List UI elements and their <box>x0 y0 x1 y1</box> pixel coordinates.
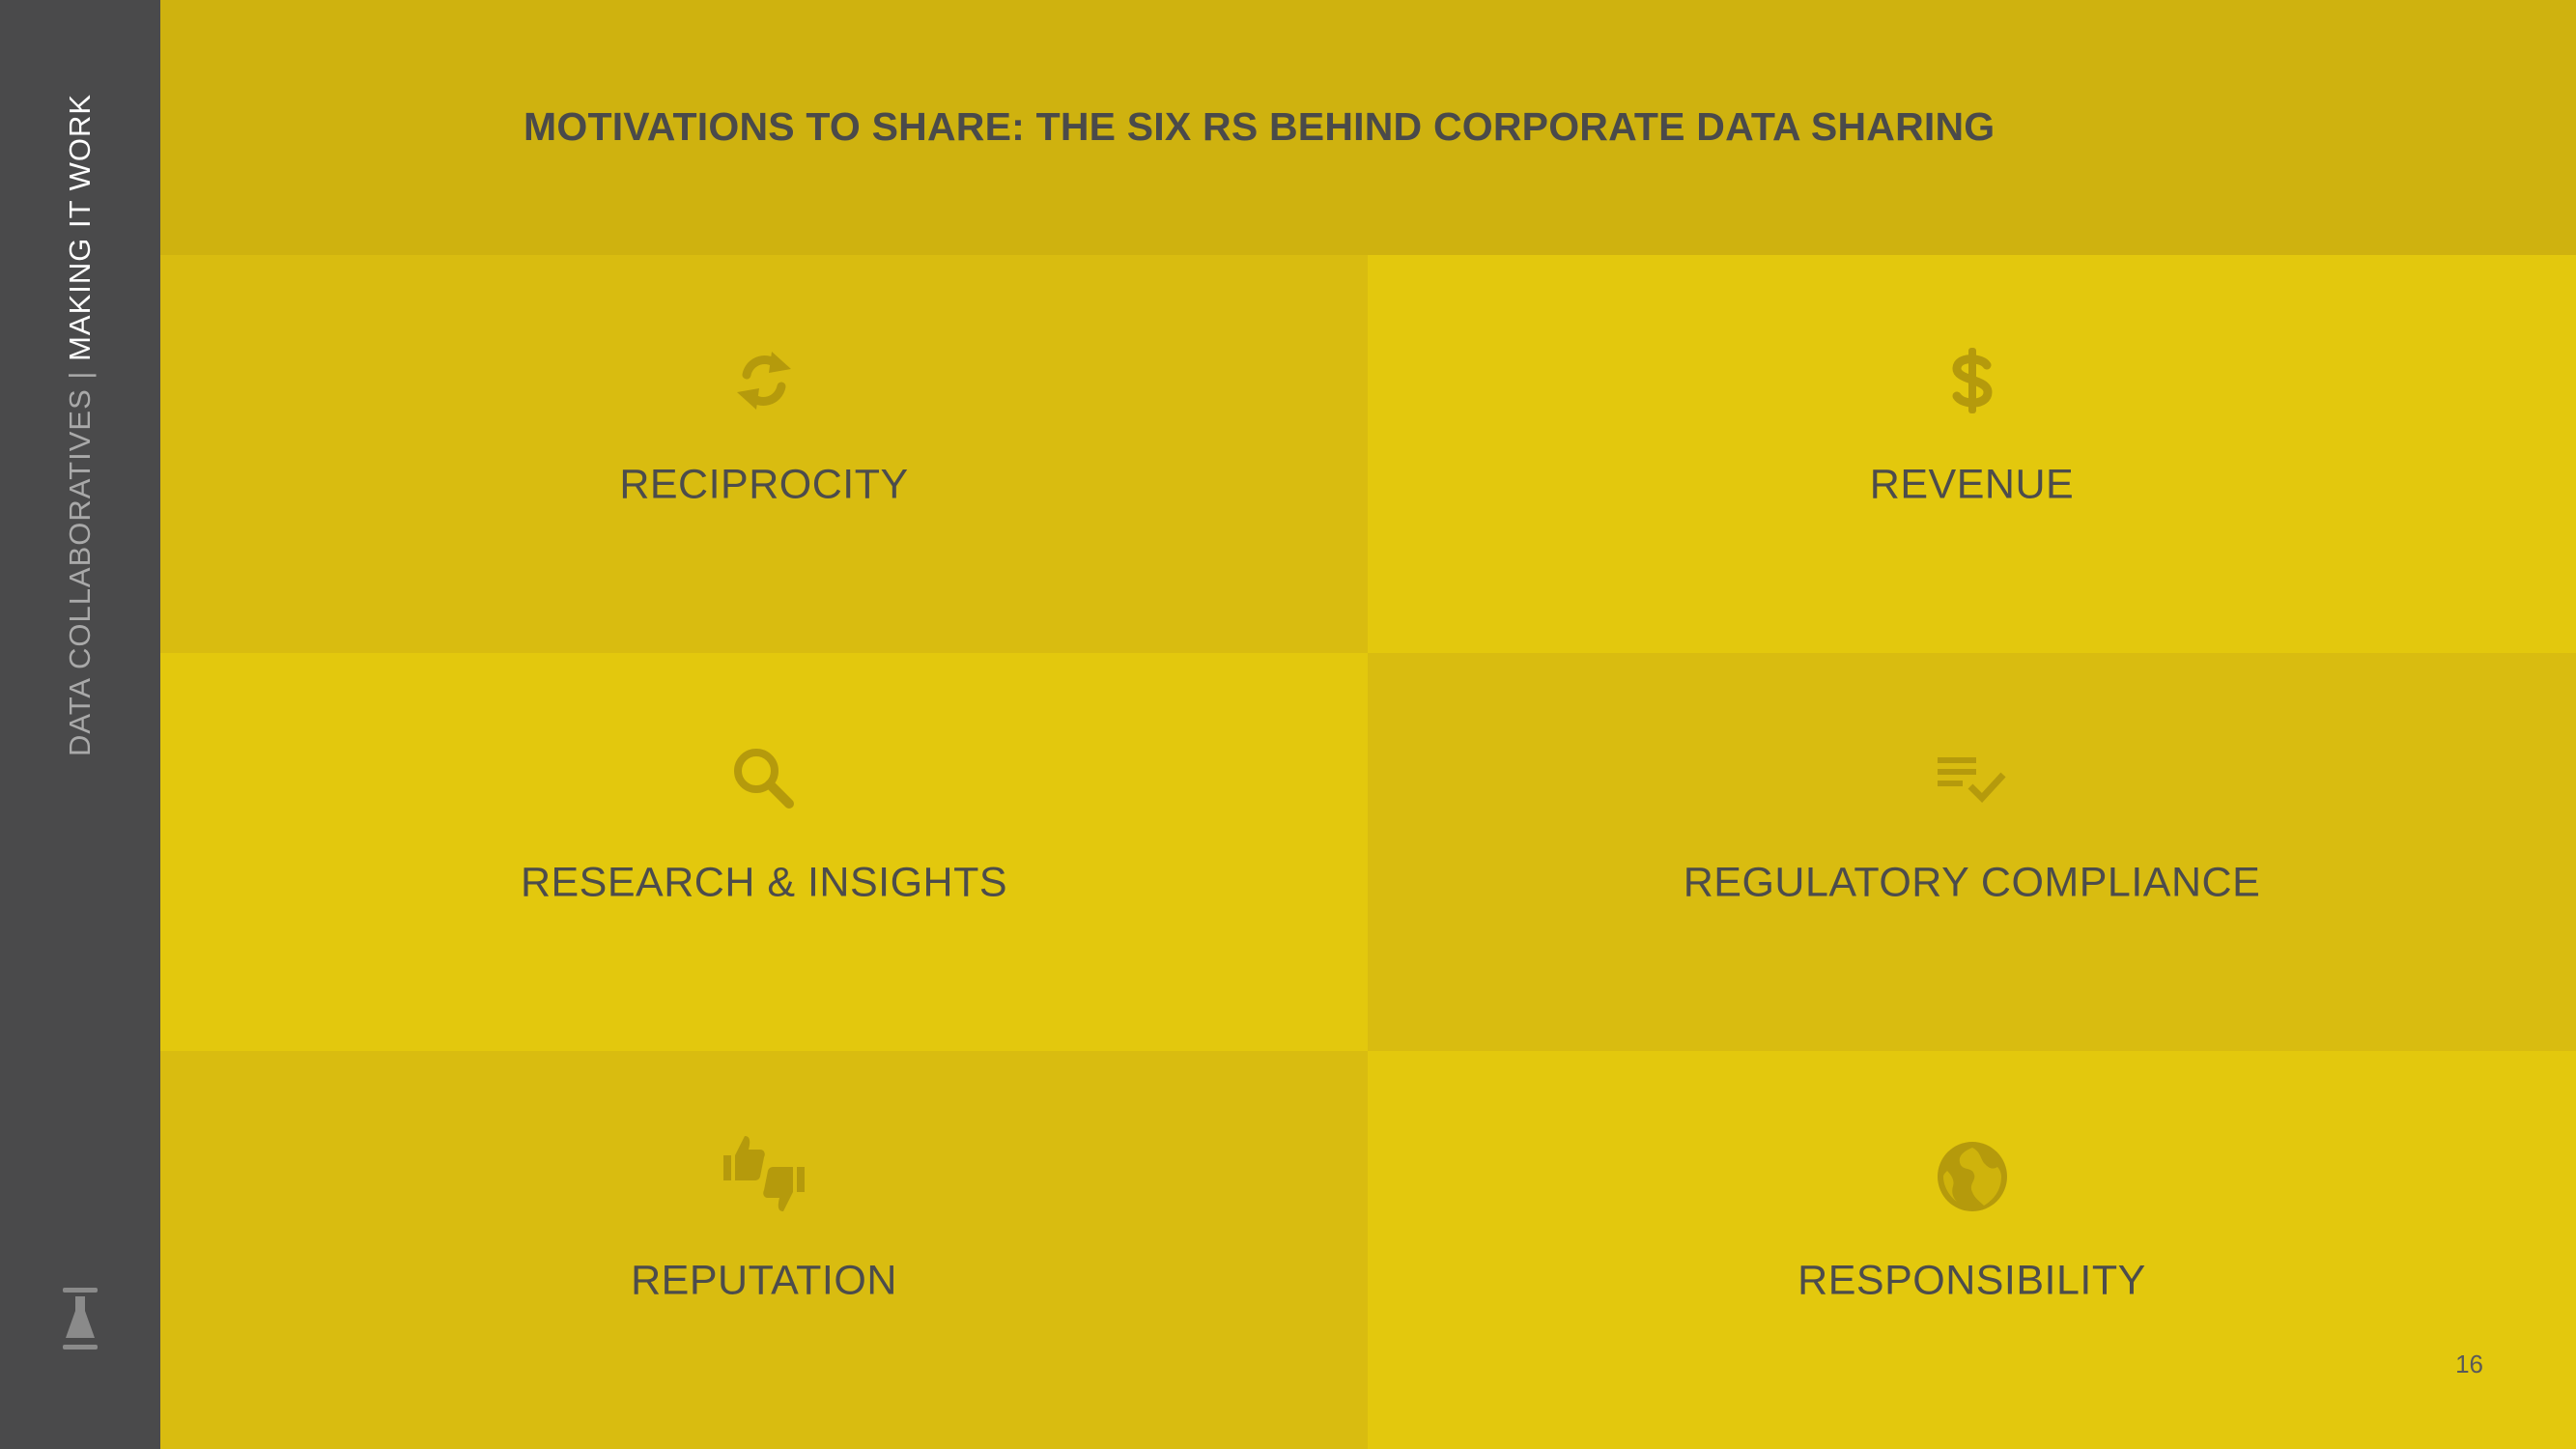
motivation-label: REGULATORY COMPLIANCE <box>1683 859 2261 906</box>
search-icon <box>725 740 803 817</box>
refresh-icon <box>725 342 803 419</box>
header: MOTIVATIONS TO SHARE: THE SIX RS BEHIND … <box>160 0 2576 255</box>
running-title-part2: MAKING IT WORK <box>63 93 97 361</box>
running-title: DATA COLLABORATIVES | MAKING IT WORK <box>63 94 98 756</box>
motivation-responsibility: RESPONSIBILITY <box>1368 1051 2576 1449</box>
flask-icon <box>61 1288 99 1350</box>
motivations-grid: RECIPROCITY REVENUE RESEARCH & INSIGHTS <box>160 255 2576 1449</box>
motivation-label: RESEARCH & INSIGHTS <box>520 859 1008 906</box>
motivation-research-insights: RESEARCH & INSIGHTS <box>160 653 1368 1051</box>
motivation-regulatory-compliance: REGULATORY COMPLIANCE <box>1368 653 2576 1051</box>
page-number: 16 <box>2455 1350 2483 1378</box>
motivation-label: RECIPROCITY <box>619 461 909 508</box>
motivation-reputation: REPUTATION <box>160 1051 1368 1449</box>
running-title-part1: DATA COLLABORATIVES <box>63 388 97 757</box>
page-title: MOTIVATIONS TO SHARE: THE SIX RS BEHIND … <box>524 104 1996 149</box>
motivation-reciprocity: RECIPROCITY <box>160 255 1368 653</box>
checklist-icon <box>1934 740 2011 817</box>
sidebar: DATA COLLABORATIVES | MAKING IT WORK <box>0 0 160 1449</box>
motivation-label: RESPONSIBILITY <box>1798 1257 2146 1304</box>
globe-icon <box>1934 1138 2011 1215</box>
thumbs-up-down-icon <box>718 1126 810 1219</box>
running-title-separator: | <box>63 370 97 380</box>
motivation-revenue: REVENUE <box>1368 255 2576 653</box>
dollar-icon <box>1934 342 2011 419</box>
motivation-label: REPUTATION <box>631 1257 897 1304</box>
motivation-label: REVENUE <box>1869 461 2075 508</box>
